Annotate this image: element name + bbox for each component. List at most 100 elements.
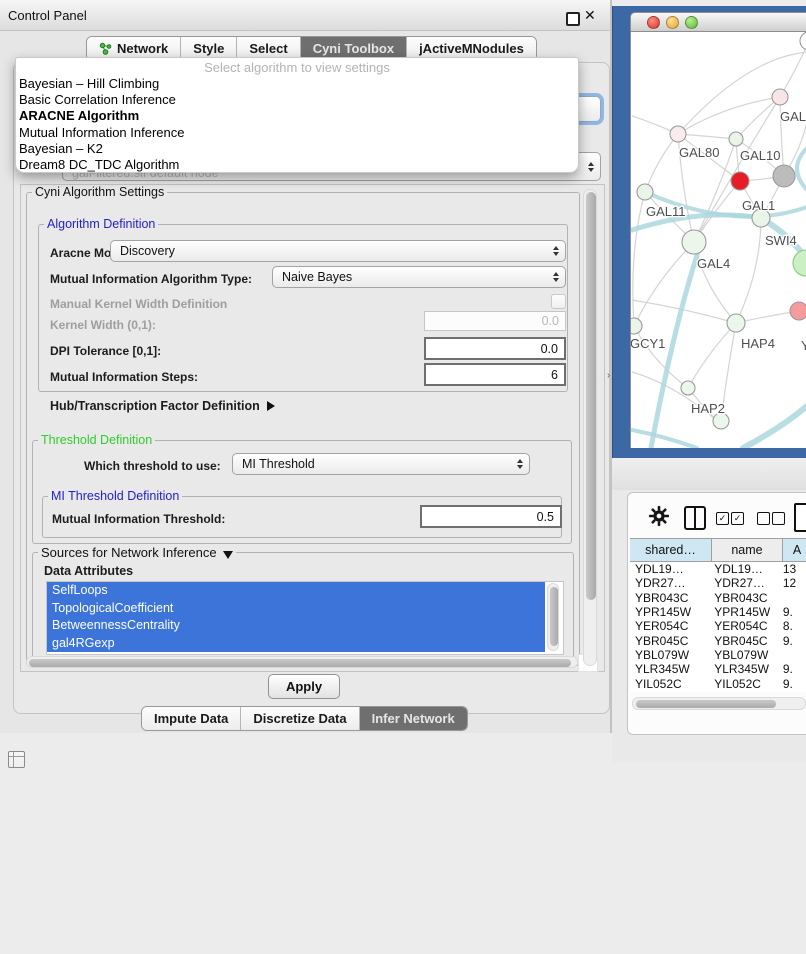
panel-grid-icon[interactable] — [8, 751, 25, 768]
data-attributes-label: Data Attributes — [44, 564, 133, 578]
select-all-checkbox-icon[interactable]: ✓ — [731, 512, 744, 525]
float-icon[interactable] — [566, 12, 580, 26]
dropdown-item[interactable]: ARACNE Algorithm — [16, 108, 578, 124]
which-threshold-combo[interactable]: MI Threshold — [232, 453, 530, 475]
network-node[interactable] — [637, 184, 653, 200]
settings-vscrollbar[interactable] — [583, 189, 597, 666]
mi-threshold-field[interactable]: 0.5 — [420, 505, 562, 528]
close-traffic-icon[interactable] — [647, 16, 660, 29]
table-row[interactable]: YIL052CYIL052C9. — [630, 676, 806, 690]
table-panel-header: Table Panel — [612, 458, 806, 491]
tab-label: Select — [249, 41, 287, 56]
mi-steps-field[interactable]: 6 — [424, 363, 566, 386]
stepper-icon — [588, 162, 594, 172]
table-row[interactable]: YER054CYER054C8. — [630, 619, 806, 633]
dropdown-item[interactable]: Bayesian – K2 — [16, 141, 578, 157]
attribute-item[interactable]: gal4RGexp — [47, 635, 545, 653]
aracne-mode-combo[interactable]: Discovery — [110, 240, 566, 262]
table-cell: YPR145W — [630, 605, 709, 619]
dropdown-item[interactable]: Mutual Information Inference — [16, 125, 578, 141]
table-hscrollbar[interactable] — [632, 697, 806, 710]
network-window-titlebar[interactable] — [630, 12, 806, 32]
tab-impute-data[interactable]: Impute Data — [142, 707, 241, 730]
table-row[interactable]: YDR27…YDR27…12 — [630, 576, 806, 590]
network-node[interactable] — [772, 89, 788, 105]
splitter-handle-icon[interactable]: › — [607, 370, 610, 381]
node-label: GAL80 — [679, 145, 719, 160]
dpi-tolerance-field[interactable]: 0.0 — [424, 337, 566, 360]
network-node[interactable] — [681, 381, 695, 395]
column-header[interactable]: A — [783, 538, 806, 562]
document-icon[interactable] — [794, 503, 806, 532]
kernel-width-label: Kernel Width (0,1): — [50, 318, 156, 332]
network-node[interactable] — [631, 318, 642, 334]
node-label: SWI4 — [765, 233, 797, 248]
node-label: GAL11 — [646, 204, 686, 219]
table-row[interactable]: YBR045CYBR045C9. — [630, 633, 806, 647]
control-panel-titlebar: Control Panel ✕ — [0, 0, 610, 31]
close-icon[interactable]: ✕ — [584, 7, 596, 24]
dropdown-item[interactable]: Dream8 DC_TDC Algorithm — [16, 157, 578, 173]
hub-definition-label: Hub/Transcription Factor Definition — [50, 399, 260, 413]
network-node[interactable] — [682, 230, 706, 254]
deselect-all-checkbox-icon[interactable] — [757, 512, 770, 525]
mi-type-label: Mutual Information Algorithm Type: — [50, 272, 252, 286]
hub-definition-toggle[interactable]: Hub/Transcription Factor Definition — [50, 399, 275, 413]
attribute-item[interactable]: BetweennessCentrality — [47, 617, 545, 635]
dpi-tolerance-label: DPI Tolerance [0,1]: — [50, 344, 161, 358]
node-label: Y — [801, 338, 806, 353]
tab-discretize-data[interactable]: Discretize Data — [241, 707, 359, 730]
gear-icon[interactable] — [648, 505, 670, 532]
table-cell: YDL19… — [709, 562, 778, 576]
table-cell: YLR345W — [709, 662, 778, 676]
minimize-traffic-icon[interactable] — [666, 16, 679, 29]
network-node[interactable] — [729, 132, 743, 146]
kernel-width-field[interactable]: 0.0 — [424, 311, 566, 331]
dropdown-item[interactable]: Bayesian – Hill Climbing — [16, 76, 578, 92]
deselect-all-checkbox-icon[interactable] — [772, 512, 785, 525]
zoom-traffic-icon[interactable] — [685, 16, 698, 29]
manual-kernel-checkbox[interactable] — [551, 294, 566, 309]
which-threshold-value: MI Threshold — [242, 457, 315, 471]
network-graph: GAL7GAL80GAL10GAL1GAL11SWI4GAL4GCY1HAP4Y… — [631, 32, 806, 448]
network-node[interactable] — [800, 32, 806, 50]
table-cell: YPR145W — [709, 605, 778, 619]
sources-group-toggle[interactable]: Sources for Network Inference — [38, 545, 236, 560]
network-node[interactable] — [727, 314, 745, 332]
table-row[interactable]: YPR145WYPR145W9. — [630, 605, 806, 619]
node-label: HAP4 — [741, 336, 775, 351]
data-attributes-list[interactable]: SelfLoopsTopologicalCoefficientBetweenne… — [46, 581, 564, 655]
apply-button[interactable]: Apply — [268, 674, 340, 699]
settings-hscrollbar[interactable] — [26, 656, 578, 668]
attributes-scrollbar[interactable] — [547, 583, 559, 651]
table-cell: YBR043C — [709, 591, 778, 605]
network-node[interactable] — [670, 126, 686, 142]
attribute-item[interactable]: SelfLoops — [47, 582, 545, 600]
network-canvas[interactable]: GAL7GAL80GAL10GAL1GAL11SWI4GAL4GCY1HAP4Y… — [630, 32, 806, 448]
tab-infer-network[interactable]: Infer Network — [360, 707, 467, 730]
network-node[interactable] — [731, 172, 749, 190]
split-view-icon[interactable] — [684, 506, 706, 530]
aracne-mode-value: Discovery — [120, 244, 175, 258]
table-cell: 9. — [778, 634, 806, 648]
mi-steps-label: Mutual Information Steps: — [50, 370, 198, 384]
table-row[interactable]: YLR345WYLR345W9. — [630, 662, 806, 676]
table-row[interactable]: YBL079WYBL079W — [630, 648, 806, 662]
table-row[interactable]: YDL19…YDL19…13 — [630, 562, 806, 576]
table-cell: YBL079W — [630, 648, 709, 662]
network-node[interactable] — [790, 302, 806, 320]
attribute-item[interactable]: TopologicalCoefficient — [47, 600, 545, 618]
dropdown-item[interactable]: Basic Correlation Inference — [16, 92, 578, 108]
mi-type-combo[interactable]: Naive Bayes — [272, 266, 566, 288]
tab-label: Infer Network — [372, 711, 455, 726]
table-header-row: shared…nameA — [630, 538, 806, 562]
network-node[interactable] — [773, 165, 795, 187]
table-row[interactable]: YBR043CYBR043C — [630, 591, 806, 605]
column-header[interactable]: name — [712, 538, 783, 562]
table-cell: 9. — [778, 662, 806, 676]
network-node[interactable] — [793, 250, 806, 276]
column-header[interactable]: shared… — [630, 538, 712, 562]
select-all-checkbox-icon[interactable]: ✓ — [716, 512, 729, 525]
node-label: GAL4 — [697, 256, 730, 271]
table-cell: YDL19… — [630, 562, 709, 576]
